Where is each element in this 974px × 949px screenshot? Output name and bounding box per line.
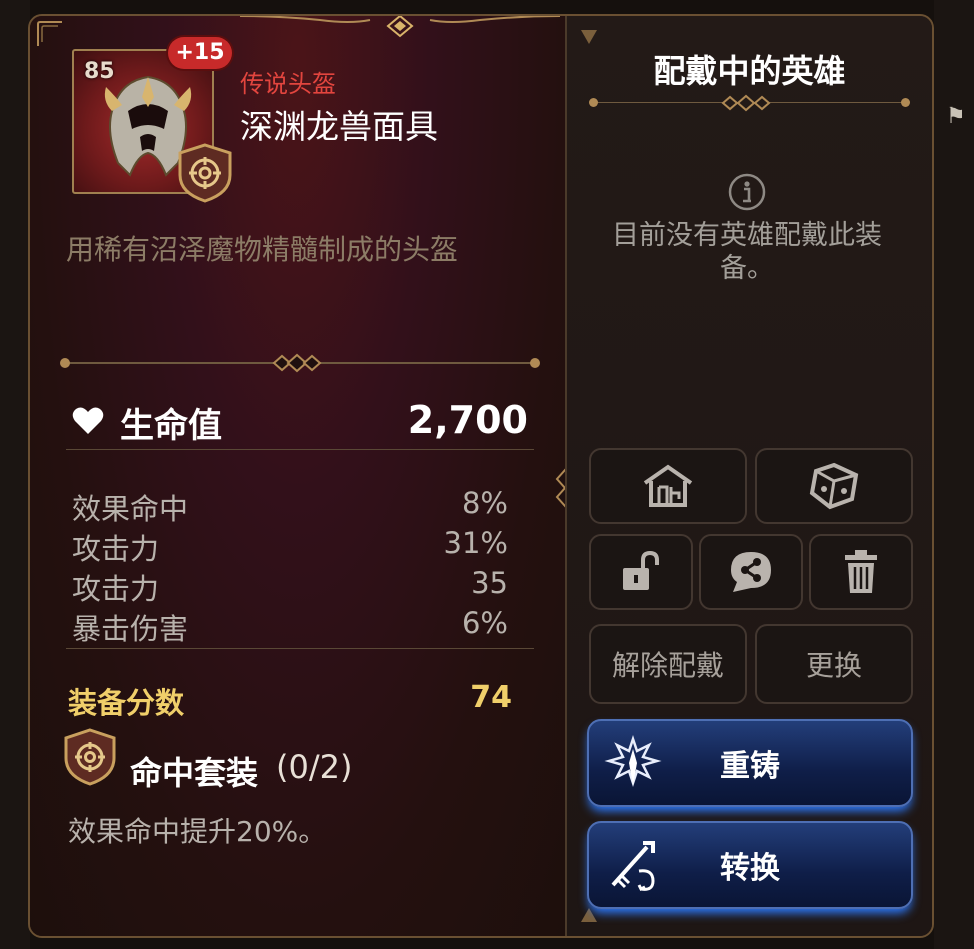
sub-stat-value: 8%	[461, 486, 508, 520]
top-ornament	[240, 16, 560, 38]
main-stat: 生命值 2,700	[66, 398, 528, 446]
set-count: (0/2)	[276, 748, 353, 786]
sub-stat-label: 攻击力	[72, 572, 160, 606]
storage-button[interactable]	[589, 448, 747, 524]
item-level: 85	[84, 59, 115, 84]
sub-stat-value: 31%	[443, 526, 508, 560]
sub-stat-value: 35	[471, 566, 508, 600]
gear-score-value: 74	[470, 680, 512, 715]
divider-ornament	[272, 353, 322, 373]
convert-button[interactable]: 转换	[587, 821, 913, 909]
sub-stat-label: 效果命中	[72, 492, 189, 526]
heart-icon	[72, 407, 104, 434]
sub-stat-value: 6%	[461, 606, 508, 640]
equipped-hero-title: 配戴中的英雄	[653, 52, 846, 90]
no-hero-message: 目前没有英雄配戴此装备。	[612, 220, 882, 284]
hit-set-icon	[64, 728, 116, 786]
item-detail-panel: 85 +15 传说头盔 深渊龙兽面具 用稀有沼泽魔物精髓制成的头盔 生命值 2,…	[28, 14, 934, 938]
background-right	[934, 0, 974, 949]
unequip-button-label: 解除配戴	[611, 649, 724, 682]
sub-stat-row: 攻击力 31%	[72, 526, 508, 566]
info-icon	[728, 173, 766, 211]
change-button[interactable]: 更换	[755, 624, 913, 704]
trash-icon	[845, 550, 877, 593]
divider-dot	[530, 358, 540, 368]
sub-stats: 效果命中 8% 攻击力 31% 攻击力 35 暴击伤害 6%	[72, 486, 508, 646]
background-left	[0, 0, 30, 949]
enhance-badge: +15	[168, 37, 232, 69]
set-name: 命中套装	[130, 754, 259, 792]
sub-stat-row: 攻击力 35	[72, 566, 508, 606]
main-stat-label: 生命值	[120, 406, 222, 446]
sub-stat-label: 暴击伤害	[72, 612, 189, 646]
corner-ornament	[37, 21, 62, 46]
equipped-hero-section: 配戴中的英雄 目前没有英雄配戴此装备。 解除配戴 更换 重铸 转换	[565, 16, 932, 936]
divider-dot	[901, 98, 910, 107]
lock-button[interactable]	[589, 534, 693, 610]
main-stat-value: 2,700	[407, 398, 528, 442]
sub-stat-label: 攻击力	[72, 532, 160, 566]
divider-ornament	[721, 94, 771, 112]
item-info-section: 85 +15 传说头盔 深渊龙兽面具 用稀有沼泽魔物精髓制成的头盔 生命值 2,…	[30, 16, 565, 936]
share-icon	[731, 552, 771, 592]
item-rarity: 传说头盔	[240, 70, 336, 98]
item-description: 用稀有沼泽魔物精髓制成的头盔	[66, 233, 459, 266]
dice-icon	[809, 462, 859, 510]
set-effect: 效果命中提升20%。	[68, 815, 327, 848]
delete-button[interactable]	[809, 534, 913, 610]
sub-stat-row: 暴击伤害 6%	[72, 606, 508, 646]
divider-dot	[60, 358, 70, 368]
convert-button-label: 转换	[720, 851, 780, 886]
sub-stat-row: 效果命中 8%	[72, 486, 508, 526]
share-button[interactable]	[699, 534, 803, 610]
reforge-button-label: 重铸	[720, 749, 780, 784]
divider-dot	[589, 98, 598, 107]
gear-score-label: 装备分数	[68, 686, 185, 720]
random-button[interactable]	[755, 448, 913, 524]
change-button-label: 更换	[805, 649, 862, 682]
divider	[66, 648, 534, 649]
item-name: 深渊龙兽面具	[240, 107, 438, 146]
hit-set-icon	[178, 143, 232, 203]
background-helmet-icon: ⚑	[946, 104, 966, 129]
unlock-icon	[623, 550, 659, 590]
divider	[66, 449, 534, 450]
gear-score: 装备分数 74	[68, 680, 512, 720]
reforge-button[interactable]: 重铸	[587, 719, 913, 807]
unequip-button[interactable]: 解除配戴	[589, 624, 747, 704]
storage-house-icon	[643, 464, 693, 507]
